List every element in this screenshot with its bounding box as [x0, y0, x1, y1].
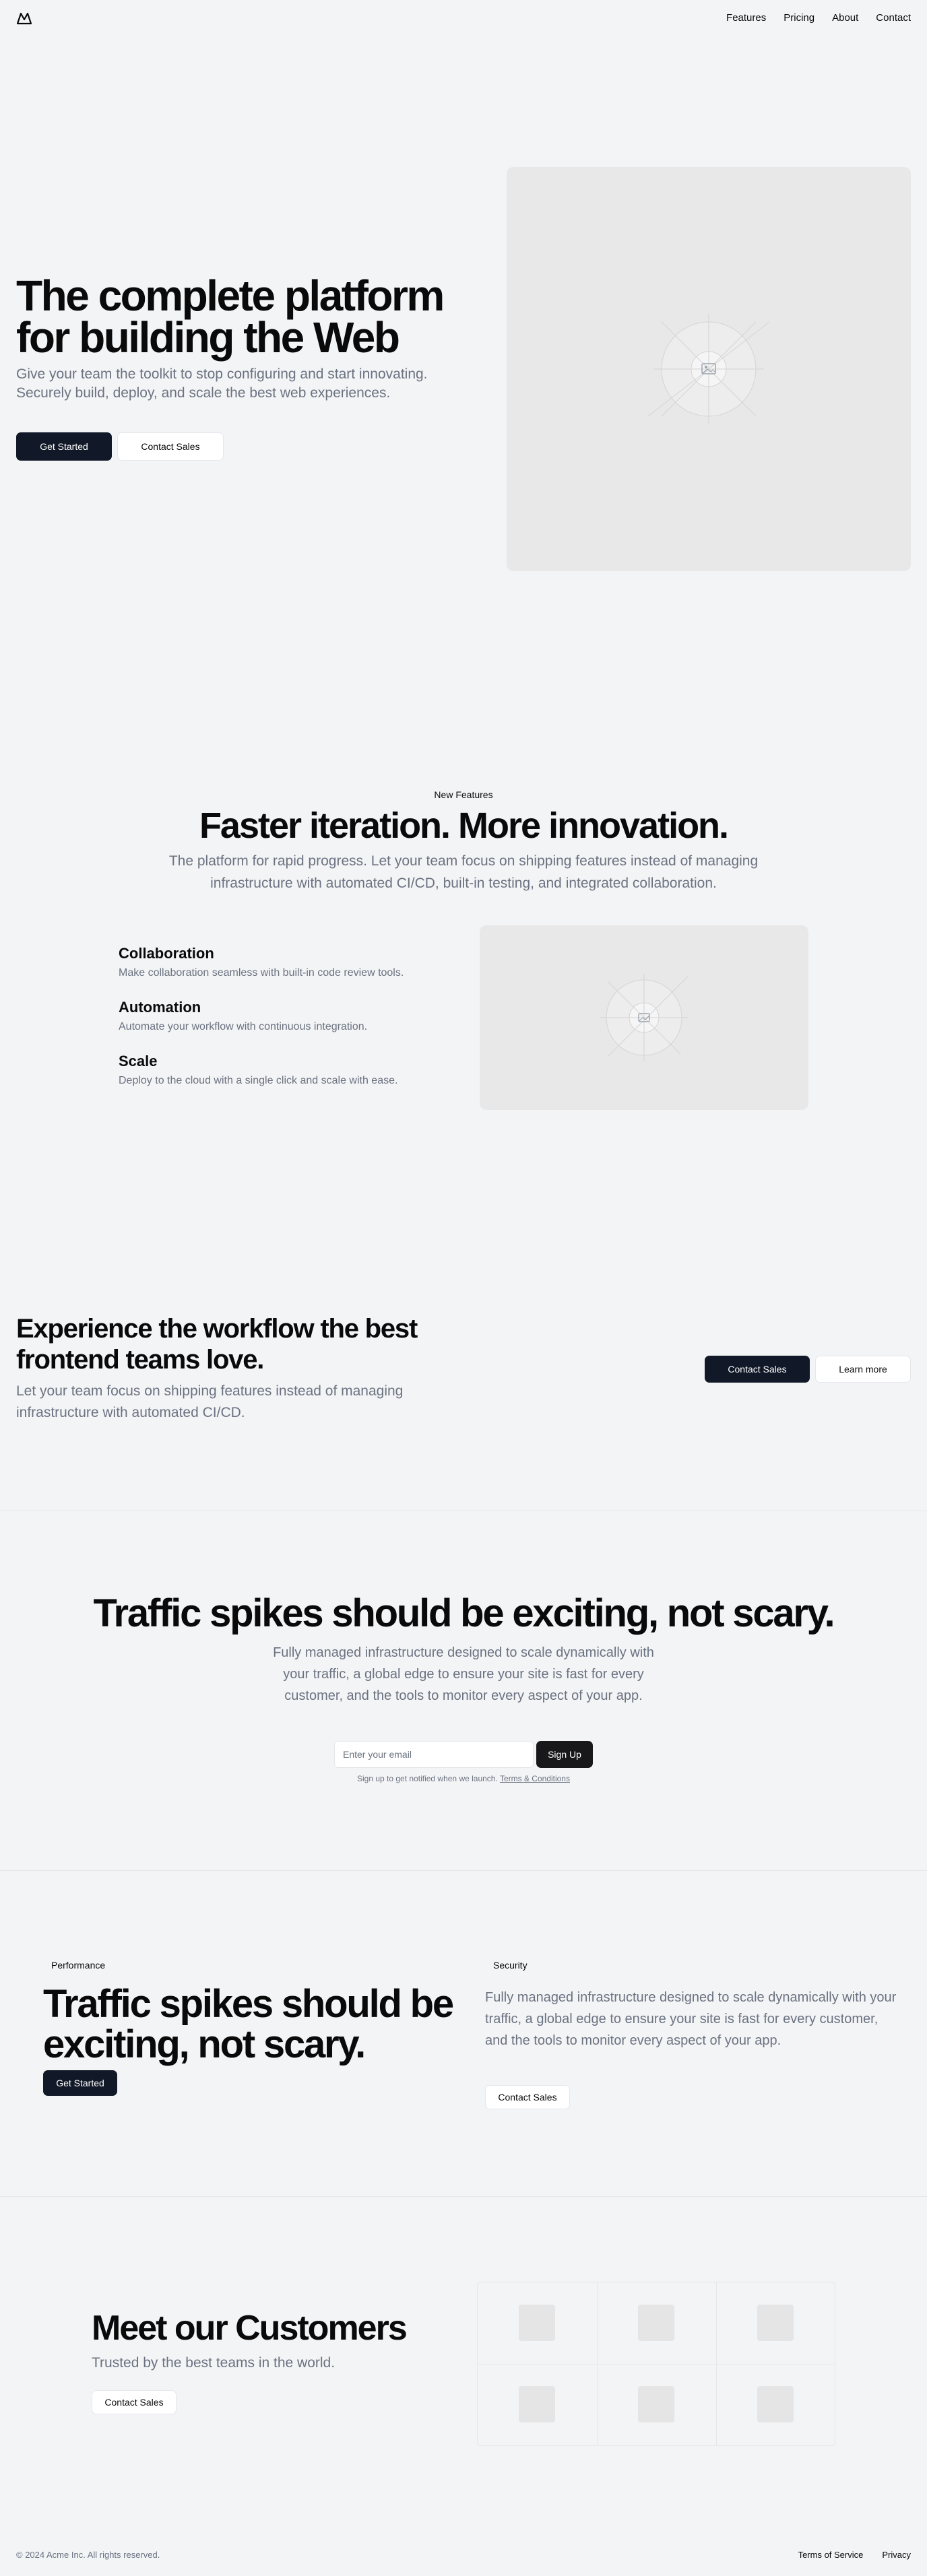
section-divider	[0, 2196, 927, 2197]
privacy-link[interactable]: Privacy	[882, 2550, 911, 2560]
site-header: Features Pricing About Contact	[0, 0, 927, 38]
feature-collaboration-description: Make collaboration seamless with built-i…	[119, 967, 404, 979]
features-description: The platform for rapid progress. Let you…	[168, 853, 759, 891]
feature-scale-title: Scale	[119, 1053, 158, 1069]
signup-description: Fully managed infrastructure designed to…	[273, 1645, 654, 1703]
mountain-icon[interactable]	[16, 11, 32, 26]
contact-sales-button[interactable]: Contact Sales	[117, 432, 224, 461]
performance-title: Traffic spikes should be exciting, not s…	[43, 1982, 454, 2066]
security-badge: Security	[493, 1960, 528, 1971]
cta-title: Experience the workflow the best fronten…	[16, 1314, 418, 1375]
customer-logo	[519, 2386, 555, 2422]
customer-logo-grid	[477, 2282, 835, 2446]
grid-divider	[478, 2364, 835, 2365]
features-eyebrow: New Features	[434, 789, 493, 800]
nav-link-pricing[interactable]: Pricing	[784, 12, 814, 24]
cta-description: Let your team focus on shipping features…	[16, 1383, 404, 1420]
customer-logo	[638, 2305, 674, 2341]
security-contact-sales-button[interactable]: Contact Sales	[485, 2085, 570, 2109]
feature-automation-title: Automation	[119, 999, 201, 1016]
image-placeholder-icon	[647, 314, 770, 424]
footer-links: Terms of Service Privacy	[798, 2550, 911, 2560]
hero-image-placeholder	[507, 167, 911, 571]
customers-title: Meet our Customers	[92, 2309, 408, 2348]
copyright-text: © 2024 Acme Inc. All rights reserved.	[16, 2550, 160, 2560]
customer-logo	[757, 2305, 794, 2341]
sign-up-button[interactable]: Sign Up	[536, 1741, 593, 1768]
feature-collaboration-title: Collaboration	[119, 945, 214, 962]
main-nav: Features Pricing About Contact	[726, 12, 911, 24]
email-input[interactable]	[334, 1741, 534, 1768]
feature-automation-description: Automate your workflow with continuous i…	[119, 1021, 368, 1032]
signup-note-text: Sign up to get notified when we launch.	[357, 1774, 498, 1783]
customers-contact-sales-button[interactable]: Contact Sales	[92, 2390, 177, 2414]
terms-link[interactable]: Terms & Conditions	[500, 1774, 570, 1783]
customer-logo	[638, 2386, 674, 2422]
feature-scale-description: Deploy to the cloud with a single click …	[119, 1075, 398, 1086]
section-divider	[0, 1870, 927, 1871]
security-description: Fully managed infrastructure designed to…	[485, 1990, 897, 2048]
features-title: Faster iteration. More innovation.	[199, 805, 729, 846]
hero-description: Give your team the toolkit to stop confi…	[16, 366, 428, 401]
performance-get-started-button[interactable]: Get Started	[43, 2070, 117, 2096]
nav-link-contact[interactable]: Contact	[876, 12, 911, 24]
signup-note: Sign up to get notified when we launch. …	[0, 1774, 927, 1783]
hero-title: The complete platform for building the W…	[16, 271, 445, 362]
customer-logo	[519, 2305, 555, 2341]
cta-contact-sales-button[interactable]: Contact Sales	[705, 1356, 810, 1383]
terms-of-service-link[interactable]: Terms of Service	[798, 2550, 864, 2560]
signup-title: Traffic spikes should be exciting, not s…	[93, 1591, 835, 1635]
nav-link-about[interactable]: About	[832, 12, 858, 24]
performance-badge: Performance	[51, 1960, 106, 1971]
customers-description: Trusted by the best teams in the world.	[92, 2355, 335, 2371]
features-image-placeholder	[480, 925, 808, 1110]
get-started-button[interactable]: Get Started	[16, 432, 112, 461]
learn-more-button[interactable]: Learn more	[815, 1356, 911, 1383]
image-placeholder-icon	[600, 974, 689, 1061]
nav-link-features[interactable]: Features	[726, 12, 766, 24]
customer-logo	[757, 2386, 794, 2422]
